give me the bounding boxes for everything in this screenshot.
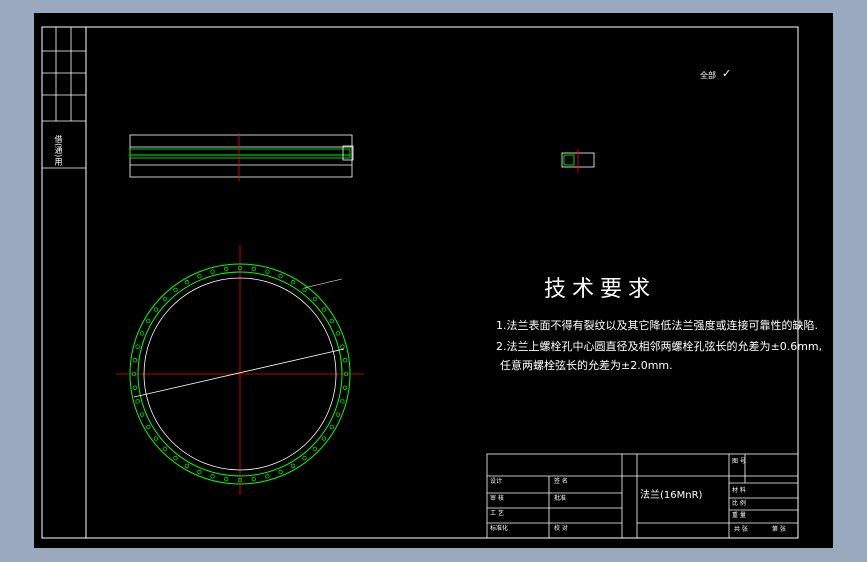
bolt-hole bbox=[321, 307, 327, 312]
bolt-hole bbox=[321, 436, 327, 441]
tb-small-1: 材 料 bbox=[732, 487, 746, 494]
bolt-hole bbox=[153, 307, 159, 312]
bolt-hole bbox=[224, 476, 229, 482]
bolt-hole bbox=[135, 399, 140, 404]
tb-left-b2: 校 对 bbox=[554, 525, 568, 532]
tb-left-0: 设计 bbox=[490, 478, 503, 485]
bolt-hole bbox=[251, 266, 256, 272]
bolt-hole bbox=[302, 287, 307, 293]
tb-small-5: 第 张 bbox=[772, 526, 786, 533]
bolt-hole bbox=[340, 344, 345, 349]
bolt-hole bbox=[340, 399, 345, 404]
tb-left-2: 工 艺 bbox=[490, 510, 504, 517]
tb-left-3: 标准化 bbox=[490, 525, 509, 532]
bolt-hole bbox=[224, 266, 229, 272]
bolt-hole bbox=[146, 318, 151, 324]
bolt-hole bbox=[329, 424, 334, 430]
section-view bbox=[129, 133, 354, 181]
bolt-hole bbox=[173, 455, 178, 461]
requirement-2: 2.法兰上螺栓孔中心圆直径及相邻两螺栓孔弦长的允差为±0.6mm, bbox=[496, 340, 823, 353]
bolt-hole bbox=[278, 469, 283, 475]
roughness-check-icon: ✓ bbox=[722, 67, 732, 80]
flange-plan bbox=[116, 245, 364, 495]
bolt-hole bbox=[139, 412, 145, 417]
sheet-border bbox=[41, 26, 799, 539]
bolt-hole bbox=[265, 269, 270, 274]
bolt-hole bbox=[162, 296, 168, 302]
bolt-hole bbox=[184, 280, 190, 285]
bolt-hole bbox=[335, 331, 341, 336]
bolt-hole bbox=[184, 463, 190, 468]
cad-drawing bbox=[41, 26, 799, 539]
bolt-hole bbox=[132, 358, 138, 363]
bolt-hole bbox=[197, 273, 202, 279]
bolt-hole bbox=[312, 446, 318, 452]
bolt-hole bbox=[210, 269, 215, 274]
bolt-hole bbox=[197, 469, 202, 475]
drawing-canvas: 借(通)用 全部 ✓ 技术要求 1.法兰表面不得有裂纹以及其它降低法兰强度或连接… bbox=[34, 13, 833, 548]
bolt-hole bbox=[210, 474, 215, 479]
surface-roughness-label: 全部 bbox=[700, 71, 716, 80]
bolt-hole bbox=[342, 385, 348, 390]
bolt-hole bbox=[162, 446, 168, 452]
bolt-hole bbox=[312, 296, 318, 302]
bolt-hole bbox=[153, 436, 159, 441]
tb-left-1: 审 核 bbox=[490, 495, 504, 502]
bolt-hole bbox=[290, 463, 296, 468]
requirement-3: 任意两螺栓弦长的允差为±2.0mm. bbox=[500, 359, 673, 372]
detail-view bbox=[561, 149, 595, 173]
bolt-hole bbox=[335, 412, 341, 417]
tb-small-4: 共 张 bbox=[734, 526, 748, 533]
left-column-grid bbox=[42, 27, 86, 169]
bolt-hole bbox=[265, 474, 270, 479]
tb-small-0: 图 号 bbox=[732, 458, 746, 465]
tb-left-b0: 签 名 bbox=[554, 478, 568, 485]
bolt-hole bbox=[329, 318, 334, 324]
tb-small-3: 重 量 bbox=[732, 512, 746, 519]
bolt-hole bbox=[302, 455, 307, 461]
bolt-hole bbox=[173, 287, 178, 293]
bolt-hole bbox=[342, 358, 348, 363]
part-name: 法兰(16MnR) bbox=[640, 490, 703, 501]
bolt-hole bbox=[135, 344, 140, 349]
tb-small-2: 比 例 bbox=[732, 500, 746, 507]
bolt-hole bbox=[139, 331, 145, 336]
bolt-hole bbox=[251, 476, 256, 482]
bolt-hole bbox=[146, 424, 151, 430]
bolt-hole bbox=[290, 280, 296, 285]
requirement-1: 1.法兰表面不得有裂纹以及其它降低法兰强度或连接可靠性的缺陷. bbox=[496, 319, 818, 332]
side-label: 借(通)用 bbox=[54, 135, 63, 166]
tb-left-b1: 批准 bbox=[554, 495, 567, 502]
bolt-hole bbox=[132, 385, 138, 390]
tech-requirements-title: 技术要求 bbox=[544, 277, 657, 302]
bolt-hole bbox=[278, 273, 283, 279]
